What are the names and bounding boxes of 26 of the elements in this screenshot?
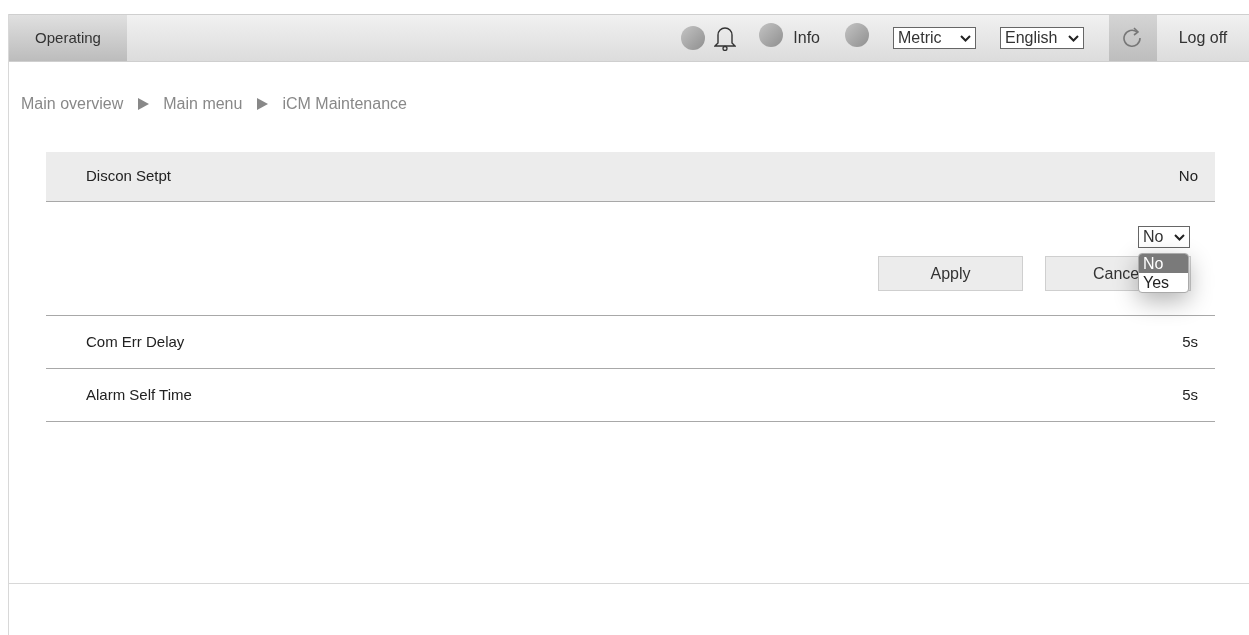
info-label[interactable]: Info [793,26,820,50]
chevron-down-icon [1174,233,1185,241]
breadcrumb-link[interactable]: iCM Maintenance [282,92,407,116]
unit-select[interactable]: Metric [893,27,976,49]
language-select[interactable]: English [1000,27,1084,49]
chevron-down-icon [1068,34,1079,42]
refresh-icon [1123,27,1143,49]
logoff-link[interactable]: Log off [1157,15,1249,61]
apply-button[interactable]: Apply [878,256,1023,291]
triangle-right-icon [137,98,150,110]
status-indicator-icon [759,22,784,47]
setting-row[interactable]: Alarm Self Time 5s [46,369,1215,422]
mode-tab[interactable]: Operating [9,15,127,61]
setting-row[interactable]: Discon Setpt No [46,152,1215,202]
triangle-right-icon [256,98,269,110]
chevron-down-icon [960,34,971,42]
status-indicator-icon [845,22,869,47]
bell-icon [714,25,737,51]
breadcrumb-link[interactable]: Main overview [21,92,124,116]
dropdown-option[interactable]: Yes [1139,273,1188,292]
dropdown-option[interactable]: No [1139,254,1188,273]
breadcrumb-link[interactable]: Main menu [163,92,243,116]
refresh-button[interactable] [1109,15,1157,61]
setting-row[interactable]: Com Err Delay 5s [46,316,1215,369]
status-indicator-icon [681,26,706,50]
value-select[interactable]: No [1138,226,1190,248]
